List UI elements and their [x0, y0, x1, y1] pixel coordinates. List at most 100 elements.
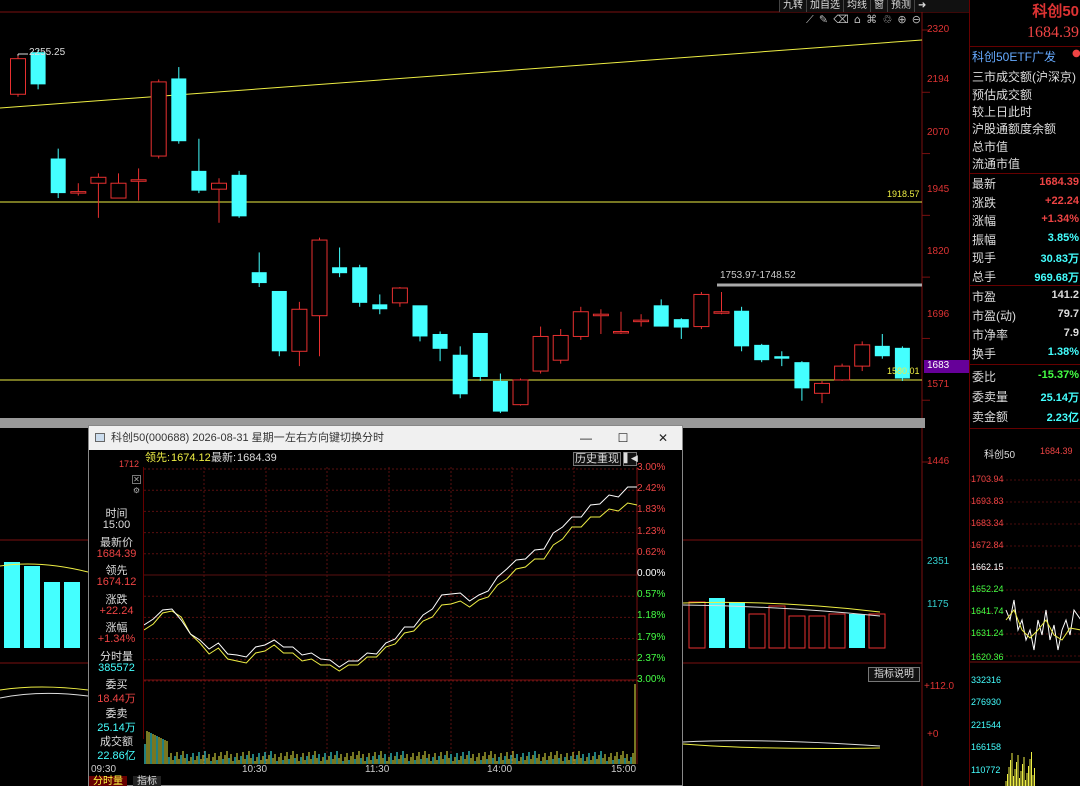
mini-chart-price: 1684.39 — [1040, 446, 1073, 456]
quote-label: 换手 — [972, 347, 997, 361]
index-name: 科创50 — [1032, 3, 1079, 20]
chart-toolbar: 九转 加自选 均线 窗 预测 ➜ — [779, 0, 969, 12]
candle-body — [432, 333, 448, 349]
candle-body — [734, 310, 750, 347]
quote-value: 969.68万 — [1034, 271, 1079, 284]
candle-body — [352, 267, 368, 303]
candle-body — [673, 319, 689, 328]
timeshare-popup[interactable]: 科创50(000688) 2026-08-31 星期一 左右方向键切换分时 — … — [88, 425, 683, 786]
quote-value: 1.38% — [1047, 346, 1079, 358]
candle-body — [653, 305, 669, 327]
quote-label: 涨跌 — [972, 195, 997, 210]
volume-bar — [788, 615, 806, 649]
pct-axis-label: 1.79% — [637, 631, 666, 643]
candle-body — [814, 382, 830, 394]
quote-label: 市盈(动) — [972, 309, 1016, 323]
quote-value: +1.34% — [1041, 213, 1079, 225]
volume-bar — [64, 582, 80, 648]
replay-back-icon[interactable]: ▌◀ — [623, 452, 638, 466]
time-axis-label: 09:30 — [91, 764, 117, 775]
volume-axis-label: 2351 — [927, 556, 950, 567]
line-draw-icon[interactable]: ⟋ — [806, 13, 814, 27]
popup-title: 科创50(000688) 2026-08-31 星期一 — [111, 432, 285, 444]
ma-button[interactable]: 均线 — [843, 0, 870, 12]
indicator-help-button[interactable]: 指标说明 — [868, 667, 920, 682]
close-icon[interactable]: ✕ — [653, 426, 673, 450]
history-replay-button[interactable]: 历史重现 — [573, 452, 621, 466]
quote-row: 总手 969.68万 — [970, 267, 1080, 284]
quote-row: 市盈(动) 79.7 — [970, 306, 1080, 323]
candle-body — [713, 311, 730, 314]
tab-indicator[interactable]: 指标 — [133, 776, 161, 786]
pct-axis-label: 0.57% — [637, 589, 666, 601]
maximize-icon[interactable]: ☐ — [613, 426, 633, 450]
indicator-line-2 — [0, 692, 89, 699]
lock-icon[interactable]: ⌂ — [854, 13, 861, 27]
etf-link[interactable]: 科创50ETF广发 — [972, 48, 1056, 65]
quote-label: 现手 — [972, 251, 997, 265]
candle-body — [693, 293, 710, 328]
index-price: 1684.39 — [1027, 24, 1079, 41]
mini-axis-label: 1652.24 — [971, 584, 1004, 594]
volume-bar — [768, 605, 786, 649]
pen-icon[interactable]: ✎ — [819, 13, 828, 27]
candle-body — [90, 176, 107, 184]
quote-label: 卖金额 — [972, 410, 1009, 424]
volume-bar — [24, 566, 40, 648]
candle-body — [211, 182, 227, 190]
trash-icon[interactable]: ♲ — [882, 13, 892, 27]
trend-line — [0, 39, 923, 109]
minimize-icon[interactable]: — — [576, 426, 596, 450]
lead-line — [144, 502, 638, 672]
candle-body — [572, 311, 589, 337]
forecast-button[interactable]: 预测 — [887, 0, 914, 12]
mini-axis-label: 332316 — [971, 675, 1002, 685]
quote-row: 委卖量 25.14万 — [970, 387, 1080, 404]
home-icon[interactable]: ⌘ — [866, 13, 877, 27]
quote-row: 市盈 141.2 — [970, 287, 1080, 304]
zoom-out-icon[interactable]: ⊖ — [912, 13, 921, 27]
popup-hint: 左右方向键切换分时 — [285, 432, 384, 444]
candle-body — [291, 308, 308, 352]
collapse-icon[interactable]: ✕ — [132, 475, 141, 484]
time-axis-label: 14:00 — [487, 764, 513, 775]
alert-dot-icon: ● — [1072, 48, 1080, 59]
mini-axis-label: 1703.94 — [971, 474, 1004, 484]
range-label: 1753.97-1748.52 — [720, 270, 796, 281]
info-line: 预估成交额 — [972, 88, 1033, 102]
candle-body — [70, 191, 87, 194]
settings-icon[interactable]: ⚙ — [132, 486, 141, 495]
pct-axis-label: 3.00% — [637, 674, 666, 685]
candle-body — [552, 334, 569, 361]
quote-value: 7.9 — [1063, 327, 1079, 339]
add-watchlist-button[interactable]: 加自选 — [806, 0, 843, 12]
field-value: 22.86亿 — [97, 750, 136, 762]
candle-body — [311, 239, 328, 317]
timeshare-chart[interactable] — [144, 467, 639, 764]
quote-value: 30.83万 — [1040, 253, 1079, 265]
field-value: 15:00 — [102, 519, 131, 531]
level-label-lower: 1580.01 — [887, 366, 920, 376]
mini-chart-name: 科创50 — [984, 450, 1016, 461]
exit-icon[interactable]: ➜ — [914, 0, 929, 12]
eraser-icon[interactable]: ⌫ — [833, 13, 849, 27]
mini-axis-label: 1662.15 — [971, 562, 1004, 572]
quote-label: 振幅 — [972, 232, 997, 247]
mini-axis-label: 221544 — [971, 720, 1002, 730]
quote-value: 141.2 — [1051, 289, 1079, 301]
candle-body — [412, 305, 428, 337]
popup-titlebar[interactable]: 科创50(000688) 2026-08-31 星期一 左右方向键切换分时 — … — [89, 426, 682, 450]
tab-timeshare-volume[interactable]: 分时量 — [89, 776, 127, 786]
jiuzhuan-button[interactable]: 九转 — [779, 0, 806, 12]
time-axis-label: 11:30 — [365, 764, 390, 775]
mini-price-line — [1005, 599, 1080, 651]
quote-row: 涨跌 +22.24 — [970, 193, 1080, 210]
volume-bar — [688, 601, 706, 649]
volume-bar — [44, 582, 60, 648]
axis-label: 1571 — [927, 379, 950, 390]
window-button[interactable]: 窗 — [870, 0, 887, 12]
field-value: +22.24 — [99, 604, 134, 617]
candle-body — [391, 287, 408, 304]
candle-body — [834, 365, 851, 381]
zoom-in-icon[interactable]: ⊕ — [897, 13, 906, 27]
